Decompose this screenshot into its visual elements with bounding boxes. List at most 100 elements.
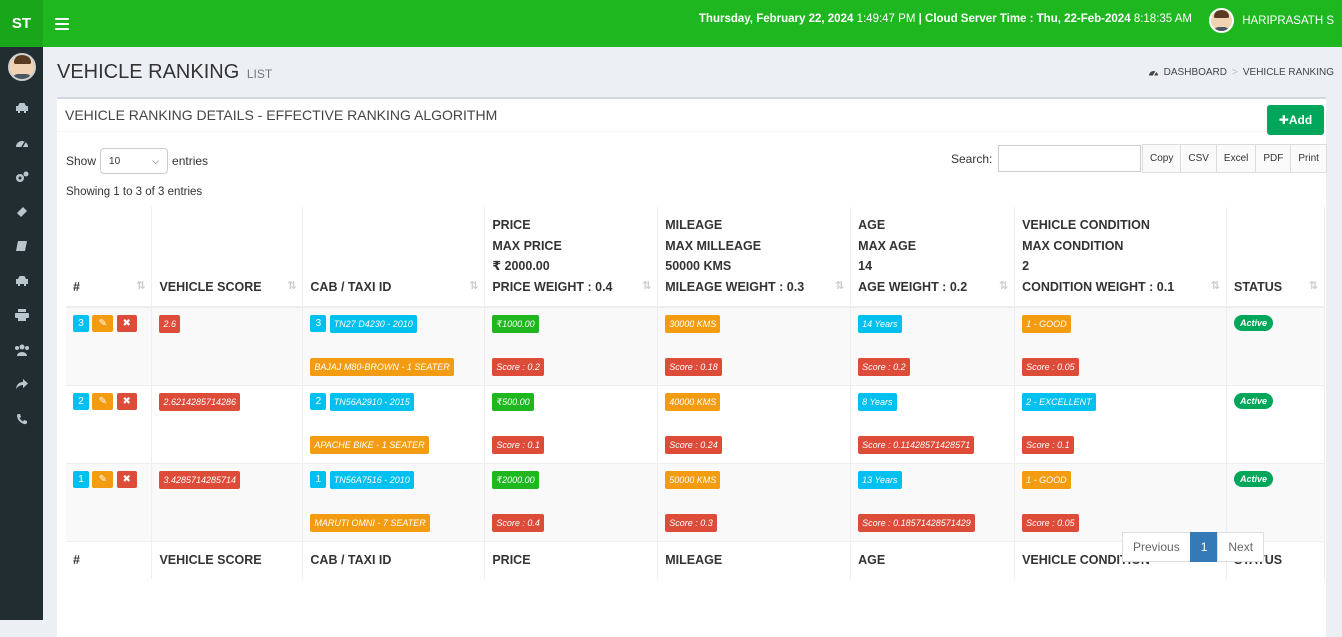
breadcrumb-separator: > (1232, 67, 1238, 78)
breadcrumb-home[interactable]: DASHBOARD (1164, 67, 1227, 78)
col-header-score[interactable]: VEHICLE SCORE ⇅ (151, 207, 304, 308)
user-menu[interactable]: HARIPRASATH S (1209, 8, 1334, 33)
col-header-mileage[interactable]: MILEAGE MAX MILLEAGE 50000 KMS MILEAGE WEIG… (657, 207, 852, 308)
sidebar (0, 47, 43, 620)
table-row: 3 ✎ ✖ 2.6 3 TN27 D4230 - 2010 BAJAJ M80-B… (66, 306, 1326, 385)
excel-button[interactable]: Excel (1215, 144, 1257, 173)
users-icon[interactable] (0, 333, 43, 368)
current-date: Thursday, February 22, 2024 (698, 13, 854, 25)
delete-icon[interactable]: ✖ (116, 315, 137, 332)
price-cell: ₹1000.00 Score : 0.2 (484, 306, 659, 385)
page-length-control: Show 10 ⌵ entries (66, 148, 208, 174)
cab-number: 3 (310, 315, 327, 332)
copy-button[interactable]: Copy (1142, 144, 1182, 173)
dashboard-icon (1148, 71, 1158, 76)
sort-icon: ⇅ (998, 279, 1009, 292)
mileage-cell: 40000 KMS Score : 0.24 (657, 384, 852, 463)
status-cell: Active (1226, 462, 1326, 541)
entries-select[interactable]: 10 ⌵ (100, 148, 169, 174)
footer-mileage: MILEAGE (657, 540, 852, 579)
status-badge: Active (1233, 470, 1273, 487)
page-1-button[interactable]: 1 (1189, 532, 1219, 562)
cab-id: TN27 D4230 - 2010 (329, 315, 417, 333)
age-cell: 13 Years Score : 0.18571428571429 (850, 462, 1016, 541)
brand-logo[interactable]: ST (0, 0, 43, 47)
max-price-label: MAX PRICE (492, 238, 562, 253)
footer-price: PRICE (484, 540, 659, 579)
edit-icon[interactable]: ✎ (92, 392, 114, 410)
car-icon[interactable] (0, 264, 43, 299)
mileage-value: 50000 KMS (665, 470, 721, 489)
price-cell: ₹500.00 Score : 0.1 (484, 384, 659, 463)
col-header-num[interactable]: # ⇅ (66, 207, 153, 308)
server-time: 8:18:35 AM (1133, 13, 1192, 25)
col-mileage-label: MILEAGE (665, 218, 723, 232)
page-title: VEHICLE RANKING LIST (57, 61, 272, 84)
status-cell: Active (1226, 384, 1326, 463)
status-badge: Active (1233, 315, 1273, 331)
vehicle-score-cell: 2.6214285714286 (151, 384, 304, 463)
delete-icon[interactable]: ✖ (116, 470, 137, 488)
delete-icon[interactable]: ✖ (116, 392, 137, 410)
condition-value: 1 - GOOD (1022, 315, 1071, 333)
settings-icon[interactable] (0, 160, 43, 195)
age-score: Score : 0.11428571428571 (858, 435, 975, 454)
next-button[interactable]: Next (1217, 532, 1265, 562)
cab-cell: 2 TN56A2910 - 2015 APACHE BIKE - 1 SEATER (302, 384, 486, 463)
price-value: ₹500.00 (492, 392, 534, 411)
plus-icon: ✚ (1278, 113, 1289, 127)
share-icon[interactable] (0, 367, 43, 402)
dashboard-icon[interactable] (0, 126, 43, 161)
price-weight: PRICE WEIGHT : 0.4 (492, 279, 613, 294)
col-header-price[interactable]: PRICE MAX PRICE ₹ 2000.00 PRICE WEIGHT : 0.… (484, 207, 659, 308)
row-actions: 2 ✎ ✖ (66, 384, 153, 463)
max-condition-value: 2 (1022, 259, 1030, 273)
vehicle-score: 3.4285714285714 (159, 470, 241, 489)
edit-icon[interactable]: ✎ (92, 315, 114, 332)
vehicle-score-cell: 3.4285714285714 (151, 462, 304, 541)
taxi-icon[interactable] (0, 91, 43, 126)
col-header-condition[interactable]: VEHICLE CONDITION MAX CONDITION 2 CONDITION… (1014, 207, 1227, 308)
condition-cell: 1 - GOOD Score : 0.05 (1014, 306, 1227, 385)
col-age-label: AGE (858, 218, 886, 232)
price-score: Score : 0.4 (492, 513, 544, 532)
avatar (1209, 8, 1235, 33)
age-cell: 14 Years Score : 0.2 (850, 306, 1016, 385)
menu-icon[interactable] (55, 17, 69, 30)
cab-id: TN56A2910 - 2015 (329, 392, 414, 411)
print-button[interactable]: Print (1290, 144, 1327, 173)
print-icon[interactable] (0, 298, 43, 333)
table-info: Showing 1 to 3 of 3 entries (66, 186, 203, 198)
search-input[interactable] (998, 145, 1142, 172)
age-value: 8 Years (858, 392, 897, 411)
ticket-icon[interactable] (0, 195, 43, 230)
previous-button[interactable]: Previous (1122, 532, 1191, 562)
search-label: Search: (951, 151, 993, 166)
add-button-label: Add (1288, 113, 1313, 127)
top-navbar: ST Thursday, February 22, 2024 1:49:47 P… (0, 0, 1342, 47)
footer-cab: CAB / TAXI ID (302, 540, 486, 579)
condition-value: 1 - GOOD (1022, 470, 1071, 489)
condition-score: Score : 0.05 (1022, 513, 1079, 532)
col-header-age[interactable]: AGE MAX AGE 14 AGE WEIGHT : 0.2 ⇅ (850, 207, 1016, 308)
phone-icon[interactable] (0, 402, 43, 437)
col-header-cab[interactable]: CAB / TAXI ID ⇅ (302, 207, 486, 308)
col-header-status[interactable]: STATUS ⇅ (1226, 207, 1326, 308)
mileage-value: 40000 KMS (665, 392, 721, 411)
add-button[interactable]: ✚ Add (1267, 105, 1324, 135)
age-score: Score : 0.2 (858, 357, 910, 376)
csv-button[interactable]: CSV (1180, 144, 1217, 173)
sidebar-avatar (7, 53, 36, 81)
book-icon[interactable] (0, 229, 43, 264)
sort-icon: ⇅ (834, 279, 845, 292)
mileage-score: Score : 0.18 (665, 357, 722, 376)
mileage-value: 30000 KMS (665, 315, 721, 333)
pdf-button[interactable]: PDF (1255, 144, 1292, 173)
edit-icon[interactable]: ✎ (92, 470, 114, 488)
col-price-label: PRICE (492, 218, 531, 232)
mileage-cell: 30000 KMS Score : 0.18 (657, 306, 852, 385)
price-value: ₹1000.00 (492, 315, 539, 333)
price-cell: ₹2000.00 Score : 0.4 (484, 462, 659, 541)
rank-badge: 3 (73, 315, 89, 332)
max-age-label: MAX AGE (858, 238, 917, 253)
